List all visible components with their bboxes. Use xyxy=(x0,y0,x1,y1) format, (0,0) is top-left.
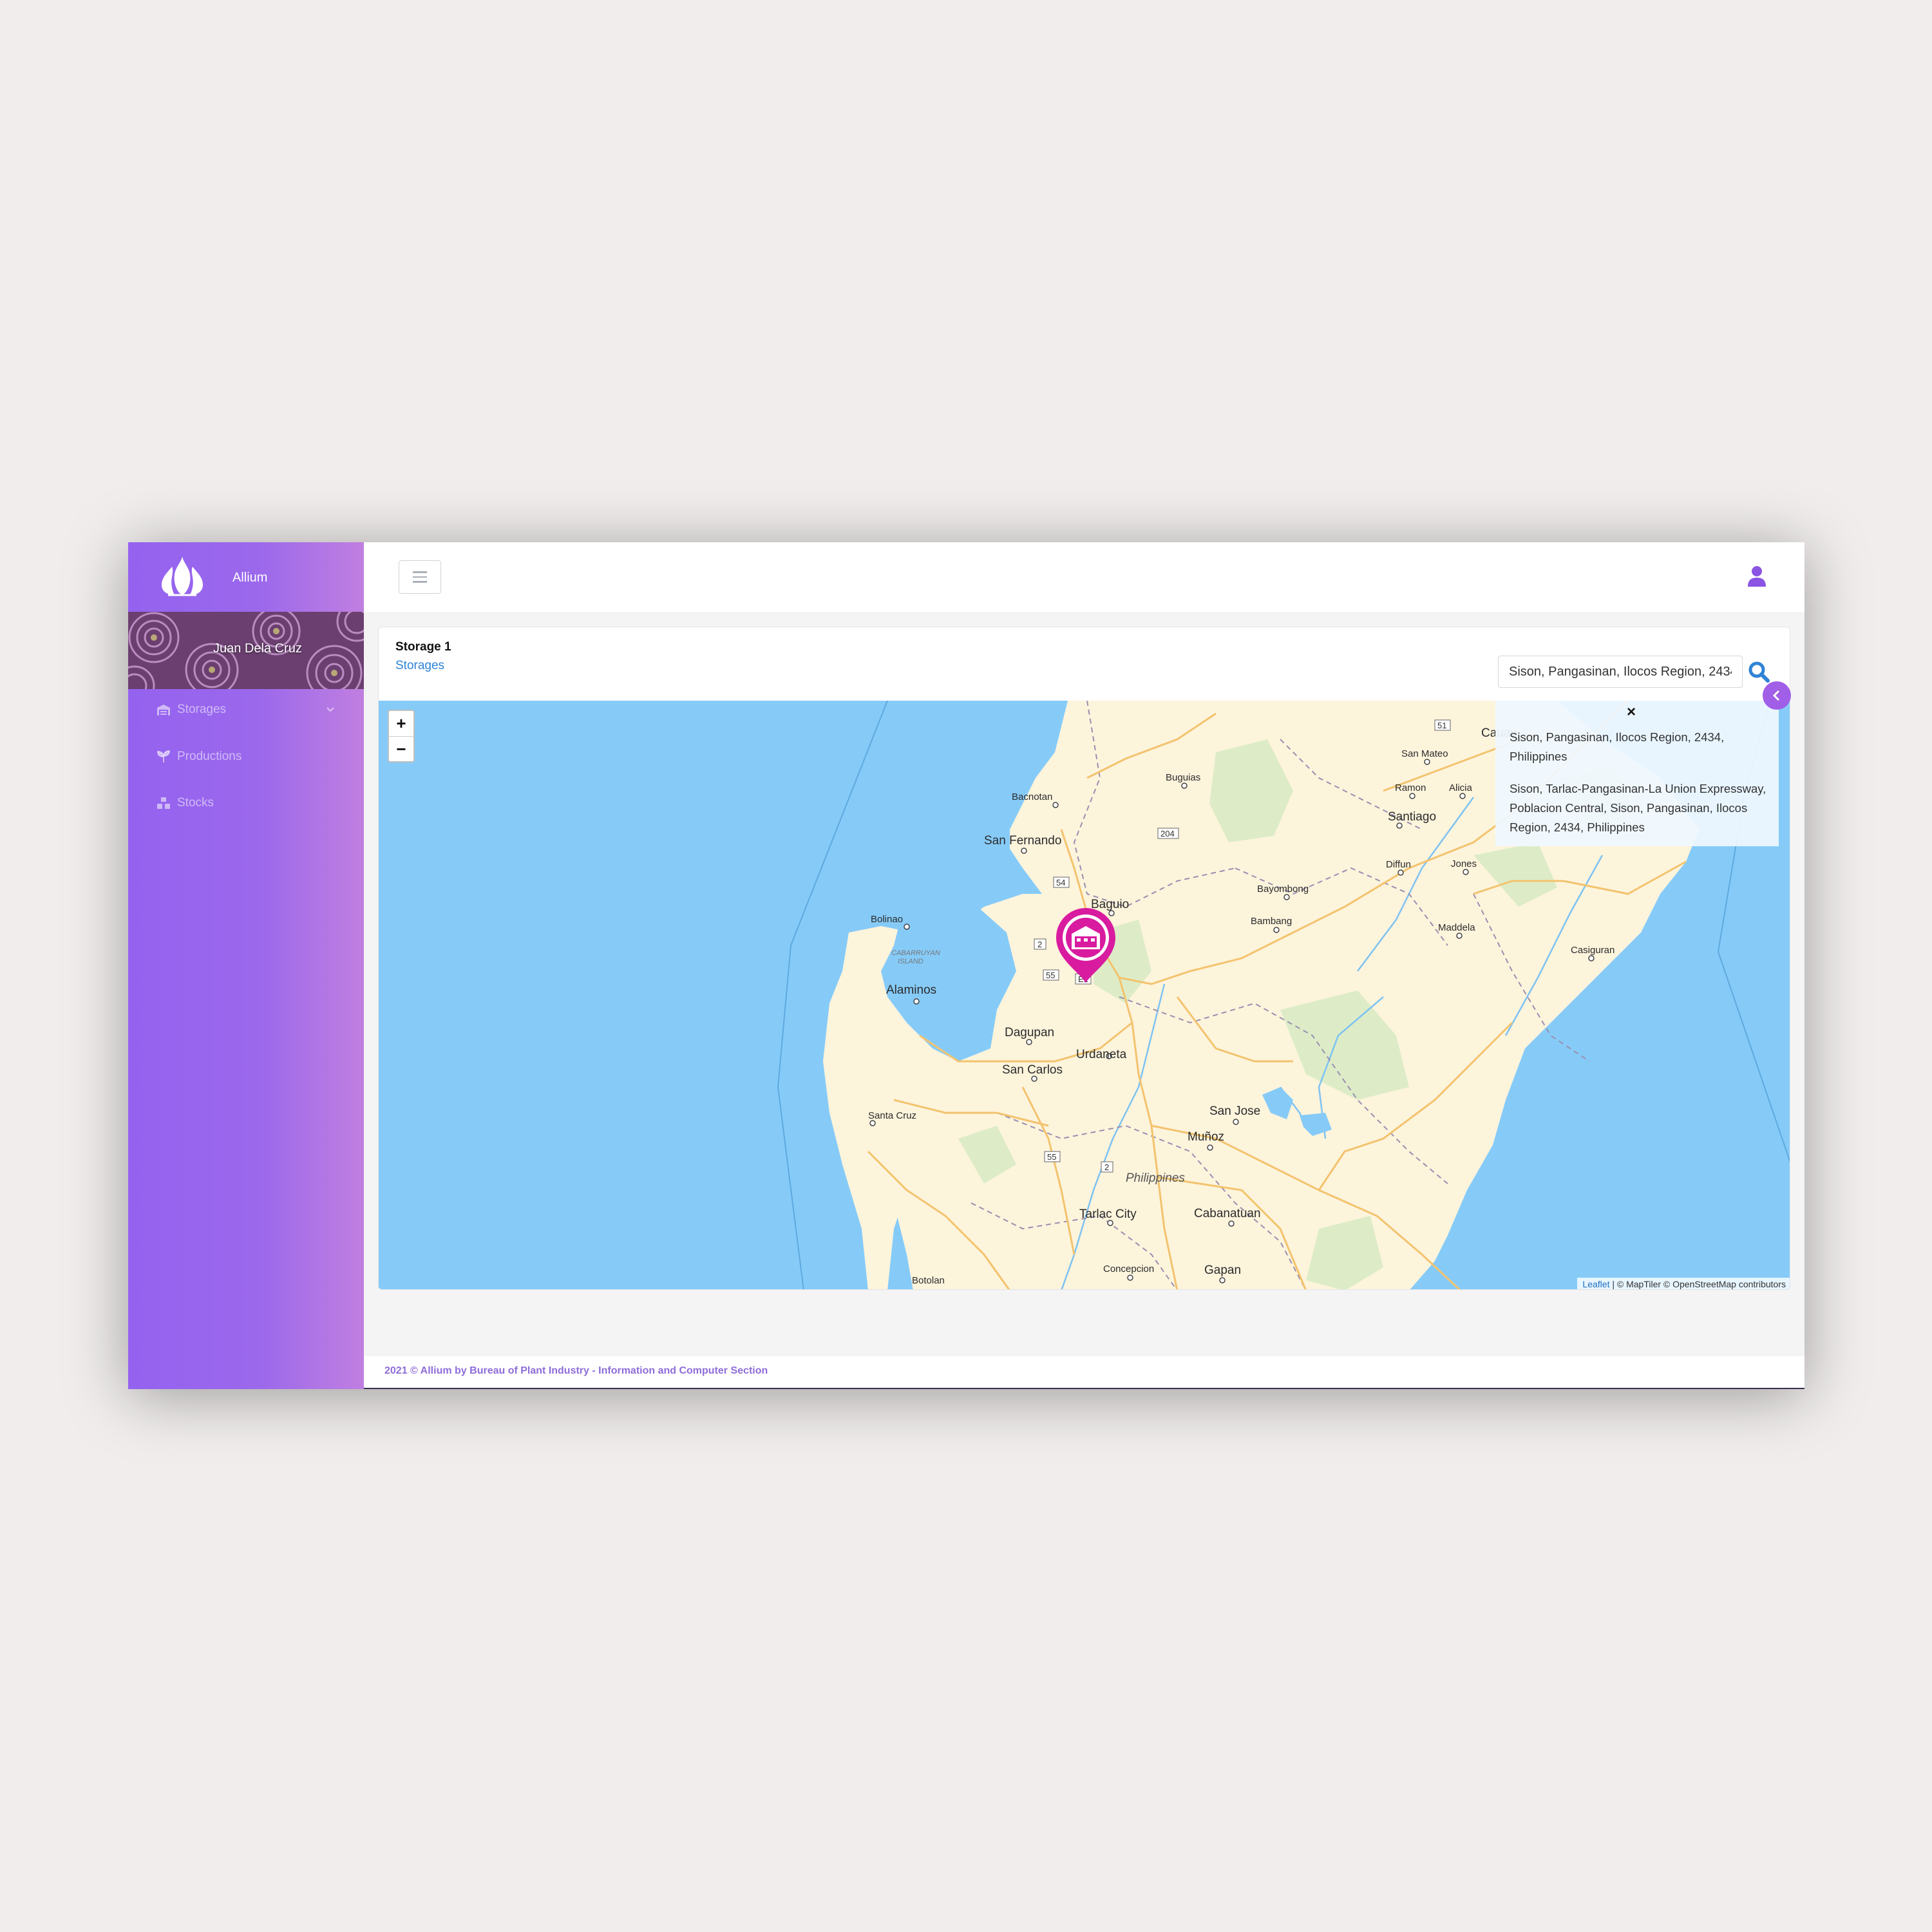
road-shield: 204 xyxy=(1160,829,1175,838)
search-results-panel: × Sison, Pangasinan, Ilocos Region, 2434… xyxy=(1495,701,1779,846)
map-label: San Fernando xyxy=(984,834,1061,848)
attribution-text: | © MapTiler © OpenStreetMap contributor… xyxy=(1609,1279,1786,1289)
sidebar-item-label: Stocks xyxy=(177,796,214,810)
road-shield: 55 xyxy=(1047,1152,1056,1162)
road-shield: 2 xyxy=(1104,1162,1109,1172)
sidebar: Allium Juan Dela Cruz Storages Productio… xyxy=(128,542,364,1389)
hamburger-icon xyxy=(413,571,427,573)
map-label: Cabanatuan xyxy=(1194,1207,1261,1220)
breadcrumb-storages-link[interactable]: Storages xyxy=(395,659,444,673)
map-label: Philippines xyxy=(1126,1171,1185,1185)
search-result-item[interactable]: Sison, Tarlac-Pangasinan-La Union Expres… xyxy=(1510,779,1774,837)
map-label: Santiago xyxy=(1388,810,1436,824)
map-label: Bolinao xyxy=(871,914,903,925)
road-shield: 55 xyxy=(1046,971,1055,980)
map-label: Buguias xyxy=(1166,772,1200,783)
map-label: CABARRUYAN xyxy=(891,949,940,957)
menu-toggle-button[interactable] xyxy=(399,560,441,594)
garlic-logo-icon xyxy=(162,556,203,596)
search-icon[interactable] xyxy=(1748,661,1770,683)
search-result-item[interactable]: Sison, Pangasinan, Ilocos Region, 2434, … xyxy=(1510,728,1774,766)
footer-text: 2021 © Allium by Bureau of Plant Industr… xyxy=(384,1365,768,1376)
sidebar-item-productions[interactable]: Productions xyxy=(156,744,242,770)
leaflet-link[interactable]: Leaflet xyxy=(1582,1279,1609,1289)
chevron-down-icon[interactable] xyxy=(326,706,335,713)
brand[interactable]: Allium xyxy=(128,542,364,612)
road-shield: 51 xyxy=(1437,721,1446,730)
app-name: Allium xyxy=(232,571,268,585)
map-label: ISLAND xyxy=(898,958,923,965)
zoom-in-button[interactable]: + xyxy=(389,711,413,736)
zoom-out-button[interactable]: − xyxy=(389,737,413,762)
warehouse-icon xyxy=(157,705,170,715)
close-results-button[interactable]: × xyxy=(1627,703,1636,721)
map-label: San Jose xyxy=(1209,1104,1260,1118)
map-label: San Mateo xyxy=(1401,748,1448,759)
road-shield: 2 xyxy=(1037,940,1042,949)
map-label: Gapan xyxy=(1204,1264,1241,1277)
map-label: Botolan xyxy=(912,1275,945,1286)
sidebar-item-storages[interactable]: Storages xyxy=(156,697,226,723)
map-label: Diffun xyxy=(1386,859,1411,870)
road-shield: 54 xyxy=(1056,878,1065,887)
storage-card: Storage 1 Storages Sison, Pangasinan, Il… xyxy=(378,627,1790,1290)
map-label: Baguio xyxy=(1091,898,1129,911)
map-view[interactable]: 51 204 54 2 55 E1 55 2 xyxy=(379,701,1790,1289)
sidebar-item-label: Productions xyxy=(177,750,242,763)
zoom-control: + − xyxy=(388,710,415,762)
map-label: Bacnotan xyxy=(1012,791,1052,802)
sidebar-item-stocks[interactable]: Stocks xyxy=(156,790,214,816)
page-title: Storage 1 xyxy=(395,640,451,654)
footer: 2021 © Allium by Bureau of Plant Industr… xyxy=(364,1356,1804,1389)
map-label: Muñoz xyxy=(1188,1130,1224,1144)
map-label: Bayombong xyxy=(1257,884,1309,895)
map-label: Jones xyxy=(1451,858,1477,869)
user-panel[interactable]: Juan Dela Cruz xyxy=(128,612,364,689)
map-label: Concepcion xyxy=(1103,1264,1154,1274)
map-label: Bambang xyxy=(1251,916,1292,927)
collapse-panel-button[interactable] xyxy=(1763,681,1791,710)
app-window: Allium Juan Dela Cruz Storages Productio… xyxy=(128,542,1804,1389)
top-header xyxy=(364,542,1804,612)
map-label: Dagupan xyxy=(1005,1026,1054,1039)
map-label: Alicia xyxy=(1449,782,1473,793)
map-label: Tarlac City xyxy=(1079,1208,1137,1221)
boxes-icon xyxy=(157,797,170,809)
map-attribution: Leaflet | © MapTiler © OpenStreetMap con… xyxy=(1577,1278,1790,1289)
map-label: Ramon xyxy=(1395,782,1426,793)
seedling-icon xyxy=(156,750,171,762)
map-label: Casiguran xyxy=(1571,945,1615,956)
location-search-input[interactable] xyxy=(1498,656,1743,688)
map-label: Alaminos xyxy=(886,983,936,997)
user-icon[interactable] xyxy=(1747,565,1767,587)
map-label: San Carlos xyxy=(1002,1063,1063,1077)
map-label: Maddela xyxy=(1438,922,1475,933)
map-label: Santa Cruz xyxy=(868,1110,916,1121)
chevron-left-icon xyxy=(1772,690,1780,701)
map-label: Urdaneta xyxy=(1076,1048,1127,1061)
user-name: Juan Dela Cruz xyxy=(213,641,302,656)
sidebar-item-label: Storages xyxy=(177,703,227,716)
